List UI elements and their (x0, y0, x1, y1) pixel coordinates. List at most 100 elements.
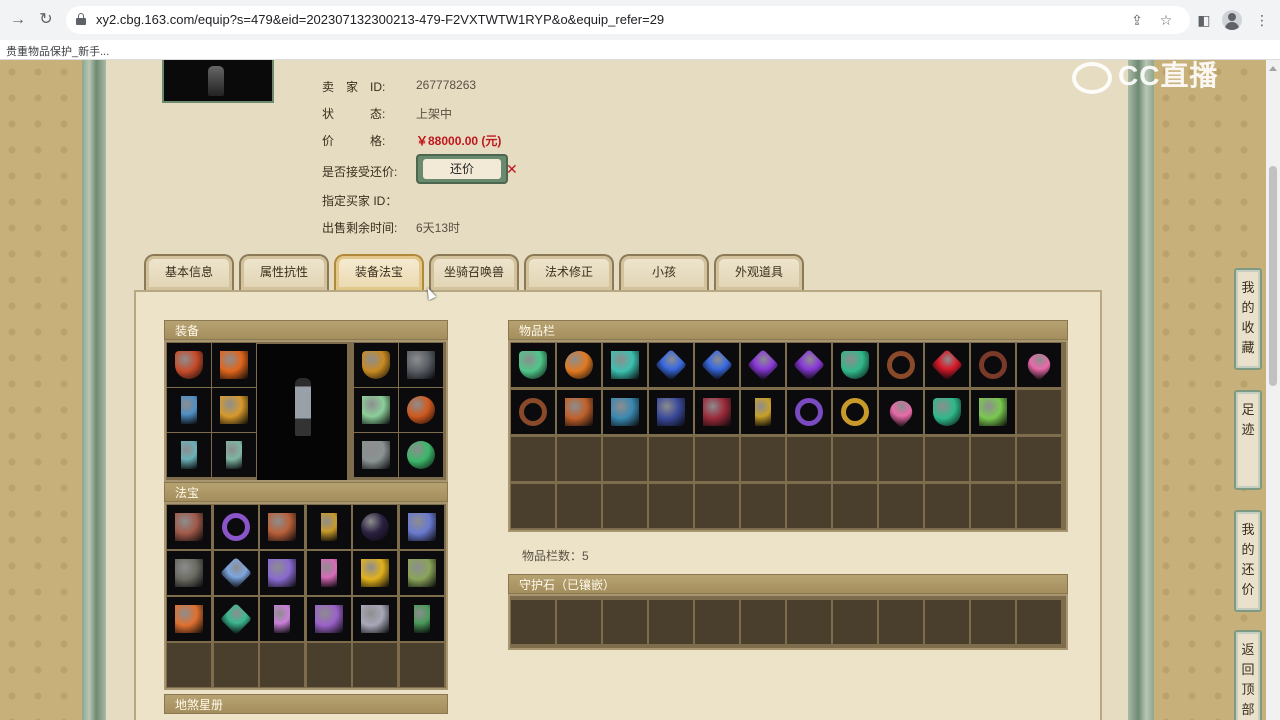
bookmark-star-icon[interactable]: ☆ (1157, 11, 1175, 29)
item-slot[interactable] (603, 390, 647, 434)
scroll-up-icon[interactable] (1269, 66, 1277, 71)
share-icon[interactable]: ⇪ (1128, 11, 1146, 29)
reload-icon[interactable]: ↻ (36, 10, 56, 30)
item-slot[interactable] (511, 343, 555, 387)
item-slot[interactable] (213, 597, 258, 641)
empty-slot (925, 484, 969, 528)
item-slot[interactable] (399, 551, 444, 595)
item-slot[interactable] (557, 343, 601, 387)
item-slot[interactable] (353, 597, 397, 641)
empty-slot (511, 600, 555, 644)
address-bar[interactable]: xy2.cbg.163.com/equip?s=479&eid=20230713… (66, 6, 1190, 34)
item-slot[interactable] (741, 390, 785, 434)
item-slot[interactable] (213, 551, 258, 595)
item-slot[interactable] (306, 505, 351, 549)
item-slot[interactable] (212, 388, 256, 432)
item-slot[interactable] (399, 505, 444, 549)
tab-mounts-pets[interactable]: 坐骑召唤兽 (429, 254, 519, 290)
item-slot[interactable] (649, 343, 693, 387)
empty-slot (741, 600, 785, 644)
tab-appearance[interactable]: 外观道具 (714, 254, 804, 290)
item-slot[interactable] (787, 390, 831, 434)
item-slot[interactable] (306, 597, 351, 641)
seller-id-value: 267778263 (416, 78, 477, 92)
bookmark-item[interactable]: 贵重物品保护_新手... (6, 43, 109, 59)
feather-icon (274, 605, 290, 633)
item-slot[interactable] (741, 343, 785, 387)
empty-slot (603, 437, 647, 481)
item-slot[interactable] (399, 597, 444, 641)
item-slot[interactable] (557, 390, 601, 434)
back-to-top-button[interactable]: 返回顶部 (1234, 630, 1262, 720)
item-slot[interactable] (212, 433, 256, 477)
item-slot[interactable] (306, 551, 351, 595)
item-slot[interactable] (649, 390, 693, 434)
item-slot[interactable] (399, 343, 443, 387)
empty-slot (833, 600, 877, 644)
haggle-button[interactable]: 还价 (416, 154, 508, 184)
page-scrollbar[interactable] (1266, 60, 1280, 720)
inventory-count: 物品栏数：5 (522, 549, 589, 563)
item-slot[interactable] (879, 343, 923, 387)
item-slot[interactable] (1017, 343, 1061, 387)
item-slot[interactable] (354, 343, 398, 387)
item-slot[interactable] (971, 343, 1015, 387)
side-panel-icon[interactable]: ◧ (1194, 10, 1214, 30)
item-slot[interactable] (925, 390, 969, 434)
item-slot[interactable] (167, 433, 211, 477)
hat-icon (175, 351, 203, 379)
tab-attributes[interactable]: 属性抗性 (239, 254, 329, 290)
item-slot[interactable] (399, 433, 443, 477)
item-slot[interactable] (833, 343, 877, 387)
item-slot[interactable] (511, 390, 555, 434)
profile-avatar[interactable] (1222, 10, 1242, 30)
item-slot[interactable] (260, 597, 304, 641)
empty-slot (741, 437, 785, 481)
scroll-thumb[interactable] (1269, 166, 1277, 386)
item-slot[interactable] (787, 343, 831, 387)
tab-basic-info[interactable]: 基本信息 (144, 254, 234, 290)
forward-icon[interactable]: → (8, 10, 28, 30)
empty-slot (925, 437, 969, 481)
close-icon: ✕ (506, 161, 518, 177)
item-slot[interactable] (925, 343, 969, 387)
empty-slot (787, 437, 831, 481)
item-slot[interactable] (167, 597, 211, 641)
footprint-button[interactable]: 足迹 (1234, 390, 1262, 490)
robe-icon (220, 396, 248, 424)
item-slot[interactable] (260, 551, 304, 595)
item-slot[interactable] (167, 343, 211, 387)
empty-slot (879, 437, 923, 481)
item-slot[interactable] (833, 390, 877, 434)
item-slot[interactable] (260, 505, 304, 549)
tab-spell-correction[interactable]: 法术修正 (524, 254, 614, 290)
item-slot[interactable] (695, 343, 739, 387)
item-slot[interactable] (695, 390, 739, 434)
equipment-header: 装备 (164, 320, 448, 340)
my-favorites-button[interactable]: 我的收藏 (1234, 268, 1262, 370)
item-slot[interactable] (879, 390, 923, 434)
haggle-label: 是否接受还价: (322, 165, 398, 179)
item-slot[interactable] (971, 390, 1015, 434)
empty-slot (971, 600, 1015, 644)
item-slot[interactable] (167, 388, 211, 432)
item-slot[interactable] (399, 388, 443, 432)
item-slot[interactable] (603, 343, 647, 387)
tab-equipment[interactable]: 装备法宝 (334, 254, 424, 290)
chest-icon (657, 398, 685, 426)
chalice-icon (413, 605, 430, 633)
status-label: 状 态: (322, 107, 386, 121)
item-slot[interactable] (353, 551, 397, 595)
item-slot[interactable] (354, 433, 398, 477)
gauntlet-icon (407, 513, 436, 541)
item-slot[interactable] (212, 343, 256, 387)
item-slot[interactable] (213, 505, 258, 549)
browser-toolbar: → ↻ xy2.cbg.163.com/equip?s=479&eid=2023… (0, 0, 1280, 40)
menu-icon[interactable]: ⋮ (1252, 10, 1272, 30)
tab-child[interactable]: 小孩 (619, 254, 709, 290)
my-counteroffers-button[interactable]: 我的还价 (1234, 510, 1262, 612)
item-slot[interactable] (354, 388, 398, 432)
item-slot[interactable] (353, 505, 397, 549)
item-slot[interactable] (167, 551, 211, 595)
item-slot[interactable] (167, 505, 211, 549)
